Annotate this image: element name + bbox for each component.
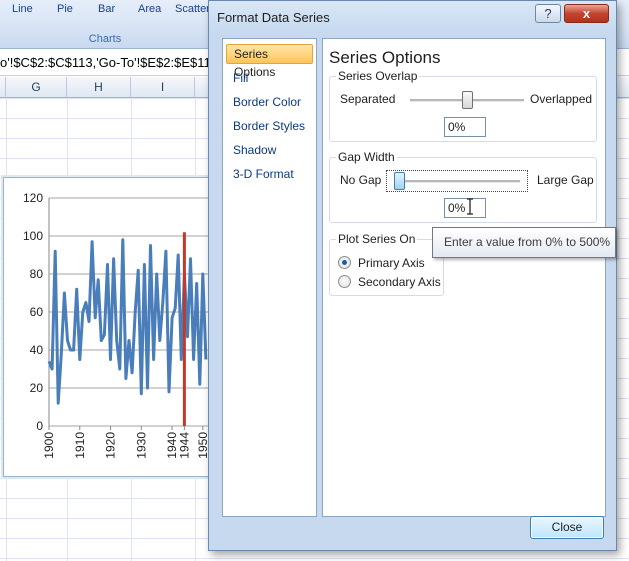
bar-chart-button[interactable]: Bar (98, 3, 115, 15)
nav-border-color[interactable]: Border Color (226, 92, 313, 112)
gap-right-label: Large Gap (537, 173, 594, 187)
y-tick-label: 0 (36, 419, 43, 433)
radio-selected-dot (342, 260, 347, 265)
plot-series-on-group: Plot Series On Primary Axis Secondary Ax… (329, 232, 444, 296)
close-icon[interactable]: x (564, 4, 609, 23)
nav-series-options[interactable]: Series Options (226, 44, 313, 79)
gap-percent-input[interactable]: 0% (444, 198, 486, 218)
formula-text: o'!$C$2:$C$113,'Go-To'!$E$2:$E$113 (0, 55, 219, 70)
nav-fill[interactable]: Fill (226, 68, 313, 88)
y-tick-label: 40 (30, 343, 44, 357)
pie-chart-button[interactable]: Pie (57, 3, 73, 15)
overlap-percent-input[interactable]: 0% (444, 117, 486, 137)
nav-3d-format[interactable]: 3-D Format (226, 164, 313, 184)
primary-axis-radio[interactable] (338, 256, 351, 269)
overlap-left-label: Separated (340, 92, 396, 106)
dialog-title: Format Data Series (217, 10, 330, 25)
plot-series-on-label: Plot Series On (336, 232, 418, 246)
secondary-axis-radio[interactable] (338, 275, 351, 288)
overlap-right-label: Overlapped (530, 92, 593, 106)
secondary-axis-label[interactable]: Secondary Axis (358, 275, 441, 289)
y-tick-label: 100 (23, 229, 43, 243)
ribbon-group-label: Charts (88, 33, 122, 45)
gap-slider-thumb[interactable] (394, 172, 405, 190)
series-overlap-group: Series Overlap Separated Overlapped 0% (329, 69, 597, 142)
column-header-g[interactable]: G (6, 77, 67, 98)
primary-axis-label[interactable]: Primary Axis (358, 256, 425, 270)
x-tick-label: 1900 (42, 432, 56, 459)
text-cursor-icon (467, 198, 473, 215)
line-chart: 0204060801001201900 1910 1920 1930 19401944 1… (23, 191, 210, 459)
y-tick-label: 80 (30, 267, 44, 281)
category-list: Series Options Fill Border Color Border … (222, 38, 317, 517)
close-button[interactable]: Close (530, 516, 604, 539)
panel-title: Series Options (329, 48, 441, 67)
gap-width-label: Gap Width (336, 150, 397, 164)
y-tick-label: 60 (30, 305, 44, 319)
x-tick-label: 1944 (177, 432, 191, 459)
help-button[interactable]: ? (535, 4, 561, 23)
y-tick-label: 20 (30, 381, 44, 395)
nav-border-styles[interactable]: Border Styles (226, 116, 313, 136)
gap-left-label: No Gap (340, 173, 382, 187)
y-tick-label: 120 (23, 191, 43, 205)
x-tick-label: 1920 (104, 432, 118, 459)
overlap-slider-thumb[interactable] (461, 91, 473, 109)
series-options-panel: Series Options Series Overlap Separated … (322, 38, 606, 517)
gap-slider-track[interactable] (394, 180, 520, 183)
x-tick-label: 1930 (134, 432, 148, 459)
x-tick-label: 1910 (73, 432, 87, 459)
series-overlap-label: Series Overlap (336, 69, 420, 83)
series-line (47, 238, 208, 405)
nav-shadow[interactable]: Shadow (226, 140, 313, 160)
scatter-chart-button[interactable]: Scatter (175, 3, 210, 15)
column-header-i[interactable]: I (131, 77, 195, 98)
column-header-h[interactable]: H (67, 77, 131, 98)
format-data-series-dialog: Format Data Series ? x Series Options Fi… (208, 0, 617, 551)
line-chart-button[interactable]: Line (12, 3, 33, 15)
area-chart-button[interactable]: Area (138, 3, 161, 15)
dialog-title-bar[interactable]: Format Data Series ? x (209, 1, 616, 33)
gap-width-group: Gap Width No Gap Large Gap 0% (329, 150, 597, 223)
embedded-chart[interactable]: 0 20 40 60 80 100 120 1900 1910 1920 1930 1940 1944 1… (3, 177, 221, 477)
tooltip: Enter a value from 0% to 500% (432, 227, 616, 258)
